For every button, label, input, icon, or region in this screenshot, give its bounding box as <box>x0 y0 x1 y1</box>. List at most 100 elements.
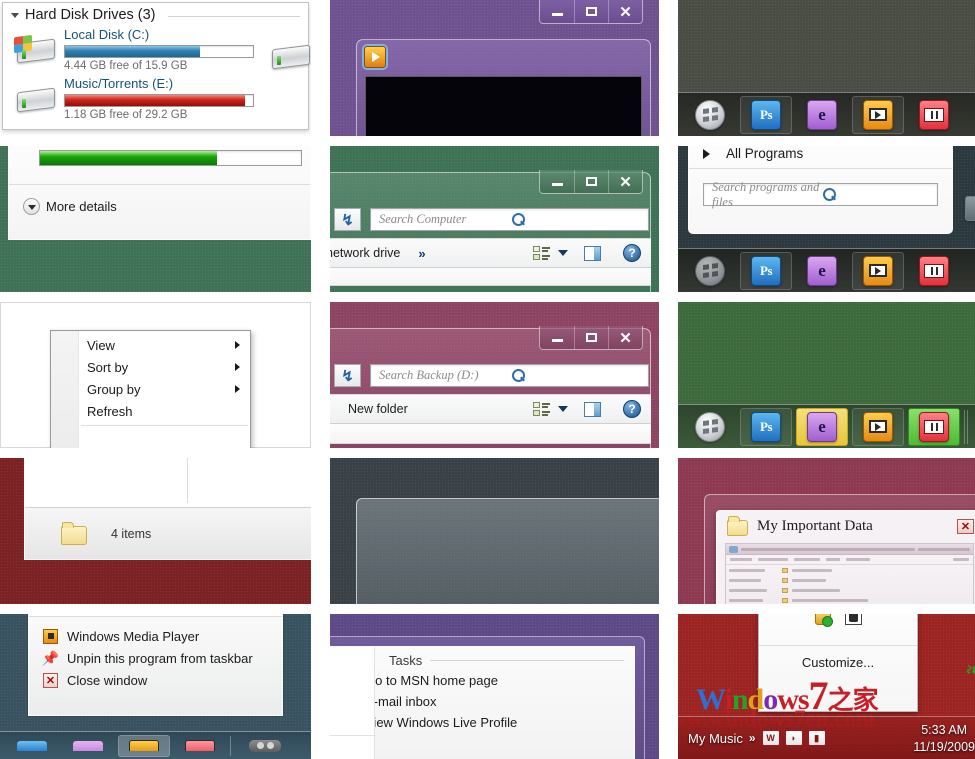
toolbar-command-label[interactable]: network drive <box>330 246 400 260</box>
thumbnail-content <box>725 543 974 604</box>
start-button[interactable] <box>684 96 736 134</box>
device-icon[interactable] <box>845 614 862 625</box>
search-placeholder: Search Backup (D:) <box>379 368 512 383</box>
taskbar-button-media-player[interactable] <box>852 408 904 446</box>
drive-item-c[interactable]: Local Disk (C:) 4.44 GB free of 15.9 GB <box>3 25 308 74</box>
video-surface[interactable] <box>365 76 642 136</box>
customize-link[interactable]: Customize... <box>759 655 917 670</box>
view-layout-icon[interactable] <box>533 246 550 261</box>
close-icon[interactable]: ✕ <box>608 170 642 193</box>
menu-item-label: Refresh <box>87 404 133 419</box>
minimize-button[interactable] <box>540 170 574 193</box>
start-button[interactable] <box>684 252 736 290</box>
panel-explorer-computer-green: ✕ ↯ Search Computer network drive » ? <box>330 146 659 292</box>
search-input[interactable]: Search Computer <box>370 208 649 231</box>
tray-overflow-button[interactable] <box>239 735 291 757</box>
progress-bar <box>39 150 302 166</box>
taskbar-button-photoshop[interactable]: Ps <box>740 96 792 134</box>
view-layout-icon[interactable] <box>533 402 550 417</box>
volume-icon[interactable]: ◗ <box>785 730 803 746</box>
internet-explorer-icon: e <box>807 256 837 286</box>
clock[interactable]: 5:33 AM 11/19/2009 <box>913 722 975 756</box>
shutdown-button[interactable]: Shut d <box>965 196 975 221</box>
search-input[interactable]: Search Backup (D:) <box>370 364 649 387</box>
toolbar-overflow-chevron[interactable]: » <box>418 246 425 261</box>
photoshop-icon <box>17 741 47 751</box>
taskbar-button-media-player[interactable] <box>852 252 904 290</box>
taskbar-button-internet-explorer[interactable]: e <box>796 408 848 446</box>
jump-list-item-live-profile[interactable]: View Windows Live Profile <box>330 712 634 733</box>
close-icon[interactable]: ✕ <box>608 0 642 23</box>
network-icon[interactable]: ▮ <box>808 730 826 746</box>
chevron-right-icon <box>235 341 240 349</box>
taskbar-button-photoshop[interactable]: Ps <box>740 408 792 446</box>
drive-name: Music/Torrents (E:) <box>64 76 302 91</box>
window-thumbnail[interactable]: My Important Data ✕ <box>716 510 975 604</box>
new-folder-button[interactable]: New folder <box>348 402 408 416</box>
taskbar-button-internet-explorer[interactable] <box>62 735 114 757</box>
window-caption-buttons: ✕ <box>539 326 643 350</box>
help-icon[interactable]: ? <box>623 244 641 262</box>
maximize-button[interactable] <box>574 170 608 193</box>
taskbar-button-monitor[interactable] <box>908 96 960 134</box>
media-player-icon <box>364 46 386 68</box>
menu-item-view[interactable]: View <box>51 334 250 356</box>
search-placeholder: Search programs and files <box>712 180 823 210</box>
item-count-label: 4 items <box>111 527 151 541</box>
taskbar-button-monitor[interactable] <box>908 252 960 290</box>
panel-desktop-context-menu: View Sort by Group by Refresh <box>0 302 311 448</box>
drive-free-space: 1.18 GB free of 29.2 GB <box>64 109 302 121</box>
taskbar-button-media-player[interactable] <box>852 96 904 134</box>
close-icon[interactable]: ✕ <box>957 519 974 534</box>
shield-ok-icon[interactable] <box>815 614 831 625</box>
minimize-button[interactable] <box>540 0 574 23</box>
drive-group-header[interactable]: Hard Disk Drives (3) <box>3 3 308 25</box>
taskbar-button-internet-explorer[interactable]: e <box>796 252 848 290</box>
preview-pane-icon[interactable] <box>584 246 601 261</box>
media-player-icon <box>43 629 58 644</box>
jump-list-item-msn[interactable]: Go to MSN home page <box>330 670 634 691</box>
menu-item-sort-by[interactable]: Sort by <box>51 356 250 378</box>
media-player-icon <box>863 412 893 442</box>
tray-icons <box>249 740 281 752</box>
help-icon[interactable]: ? <box>623 400 641 418</box>
close-icon[interactable]: ✕ <box>608 326 642 349</box>
preview-pane-icon[interactable] <box>584 402 601 417</box>
jump-list-item-close[interactable]: ✕ Close window <box>29 669 282 691</box>
start-search-input[interactable]: Search programs and files <box>703 183 938 206</box>
minimize-button[interactable] <box>540 326 574 349</box>
chevron-down-icon[interactable] <box>558 250 568 256</box>
tray-overflow-chevron[interactable]: » <box>743 731 762 745</box>
jump-list-item-unpin[interactable]: 📌 Unpin this program from taskbar <box>29 647 282 669</box>
internet-explorer-icon: e <box>807 100 837 130</box>
jump-list-item-label: Go to MSN home page <box>365 673 498 688</box>
chevron-down-icon <box>23 198 40 215</box>
jump-list-item-open[interactable]: Windows Media Player <box>29 625 282 647</box>
maximize-button[interactable] <box>574 0 608 23</box>
all-programs-label: All Programs <box>726 146 803 161</box>
taskbar-button-media-player[interactable] <box>118 735 170 757</box>
taskbar-button-photoshop[interactable] <box>6 735 58 757</box>
taskbar-button-monitor[interactable] <box>908 408 960 446</box>
media-icon[interactable]: W <box>762 730 780 746</box>
refresh-button[interactable]: ↯ <box>334 208 361 231</box>
jump-list-item-email[interactable]: E-mail inbox <box>330 691 634 712</box>
media-player-window <box>356 39 651 136</box>
start-button[interactable] <box>684 408 736 446</box>
window-app-icon[interactable] <box>364 46 386 68</box>
taskbar-button-photoshop[interactable]: Ps <box>740 252 792 290</box>
maximize-button[interactable] <box>574 326 608 349</box>
menu-item-group-by[interactable]: Group by <box>51 378 250 400</box>
menu-item-refresh[interactable]: Refresh <box>51 400 250 422</box>
all-programs-item[interactable]: All Programs <box>689 146 952 169</box>
chevron-down-icon[interactable] <box>558 406 568 412</box>
tray-overflow-popup: Customize... <box>758 614 918 712</box>
taskbar-button-internet-explorer[interactable]: e <box>796 96 848 134</box>
taskbar-button-monitor[interactable] <box>174 735 226 757</box>
jump-list-item-label: Windows Media Player <box>67 629 199 644</box>
more-details-toggle[interactable]: More details <box>23 198 117 215</box>
panel-copy-progress-dialog: More details <box>0 146 311 292</box>
refresh-button[interactable]: ↯ <box>334 364 361 387</box>
taskbar-button-my-music[interactable]: My Music <box>678 731 743 746</box>
drive-item-e[interactable]: Music/Torrents (E:) 1.18 GB free of 29.2… <box>3 74 308 123</box>
